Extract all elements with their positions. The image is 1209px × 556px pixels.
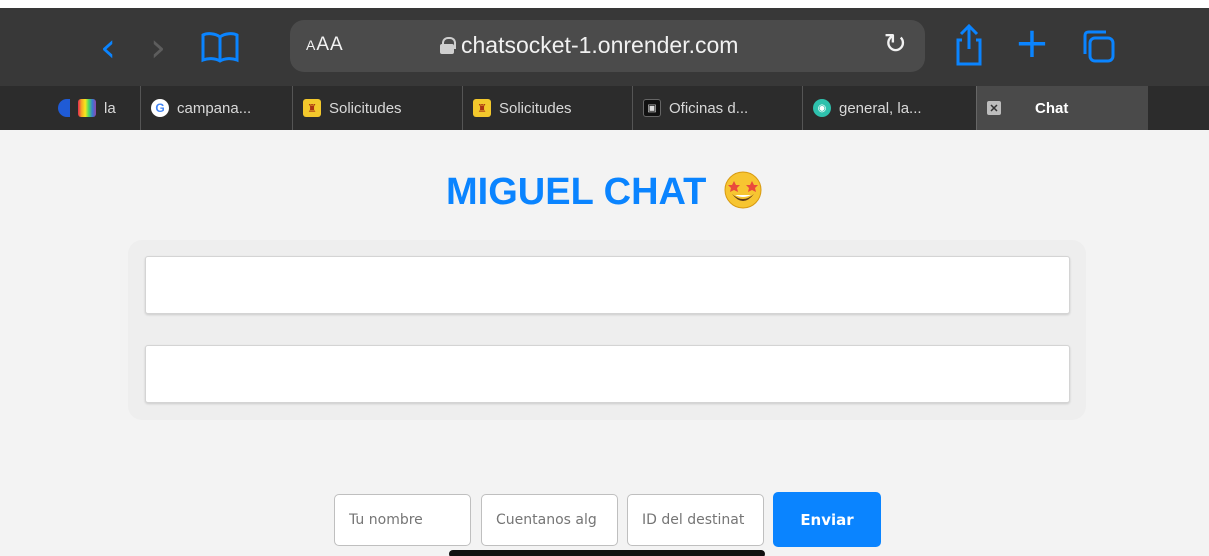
send-button[interactable]: Enviar	[773, 492, 881, 547]
tab-6[interactable]: ◉ general, la...	[802, 86, 974, 130]
tab-bar: la G campana... ♜ Solicitudes ♜ Solicitu…	[0, 86, 1209, 130]
tab-5[interactable]: ▣ Oficinas d...	[632, 86, 800, 130]
message-area-2[interactable]	[145, 345, 1070, 403]
tab-label: general, la...	[839, 99, 922, 117]
browser-chrome: ‹ › AAA chatsocket-1.onrender.com ↻ + la…	[0, 0, 1209, 130]
message-area-1[interactable]	[145, 256, 1070, 314]
message-input[interactable]	[481, 494, 618, 546]
back-icon[interactable]: ‹	[92, 28, 124, 68]
url-display[interactable]: chatsocket-1.onrender.com	[440, 32, 738, 59]
browser-toolbar: ‹ › AAA chatsocket-1.onrender.com ↻ +	[0, 8, 1209, 86]
lock-icon	[440, 37, 456, 54]
partial-favicon-icon	[58, 99, 70, 117]
tab-chat-active[interactable]: ✕ Chat	[976, 86, 1148, 130]
tab-label: Oficinas d...	[669, 99, 749, 117]
spain-shield-icon: ♜	[473, 99, 491, 117]
page-title-text: MIGUEL CHAT	[446, 171, 707, 213]
tab-3[interactable]: ♜ Solicitudes	[292, 86, 460, 130]
address-bar[interactable]: AAA chatsocket-1.onrender.com ↻	[290, 20, 925, 72]
name-input[interactable]	[334, 494, 471, 546]
chat-page: MIGUEL CHAT Enviar	[0, 130, 1209, 556]
offices-icon: ▣	[643, 99, 661, 117]
reader-text-size-button[interactable]: AAA	[306, 34, 344, 56]
tab-label: Solicitudes	[329, 99, 402, 117]
tab-1[interactable]: la	[42, 86, 128, 130]
forward-icon[interactable]: ›	[142, 28, 174, 68]
general-icon: ◉	[813, 99, 831, 117]
close-tab-icon[interactable]: ✕	[987, 101, 1001, 115]
tab-overview-icon[interactable]	[1080, 28, 1116, 64]
url-text: chatsocket-1.onrender.com	[461, 32, 739, 58]
tab-label: la	[104, 99, 116, 117]
tab-label: Chat	[1035, 99, 1069, 117]
page-title: MIGUEL CHAT	[0, 170, 1209, 214]
rainbow-icon	[78, 99, 96, 117]
reload-icon[interactable]: ↻	[884, 30, 907, 58]
home-indicator	[449, 550, 765, 556]
star-struck-emoji-icon	[723, 170, 763, 210]
recipient-id-input[interactable]	[627, 494, 764, 546]
spain-shield-icon: ♜	[303, 99, 321, 117]
google-icon: G	[151, 99, 169, 117]
new-tab-icon[interactable]: +	[1014, 22, 1049, 64]
bookmarks-icon[interactable]	[200, 30, 240, 64]
tab-4[interactable]: ♜ Solicitudes	[462, 86, 630, 130]
tab-2[interactable]: G campana...	[140, 86, 290, 130]
tab-label: Solicitudes	[499, 99, 572, 117]
share-icon[interactable]	[955, 24, 983, 66]
aa-label: AA	[316, 34, 344, 55]
tab-label: campana...	[177, 99, 252, 117]
